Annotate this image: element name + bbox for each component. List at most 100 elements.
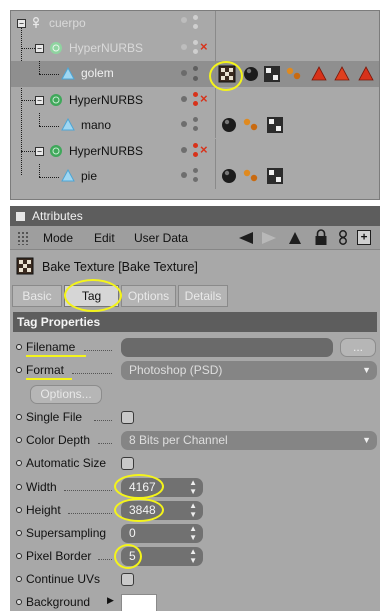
link-icon[interactable] (337, 229, 349, 246)
editor-visibility-dot[interactable] (181, 121, 187, 127)
panel-menu-icon[interactable] (16, 212, 25, 221)
texture-tag-icon[interactable] (266, 116, 284, 134)
animate-bullet-icon[interactable] (16, 437, 22, 443)
pixel-border-field[interactable]: 5 ▲ ▼ (121, 547, 203, 566)
selection-tag-icon[interactable] (333, 65, 351, 83)
render-visibility-dot[interactable] (193, 92, 198, 97)
attributes-title: Attributes (32, 209, 83, 223)
render-visibility-dot[interactable] (193, 126, 198, 131)
tab-details[interactable]: Details (178, 285, 228, 307)
format-label: Format (26, 363, 65, 377)
uvw-tag-icon[interactable] (285, 65, 303, 83)
automatic-size-checkbox[interactable] (121, 457, 134, 470)
editor-visibility-dot[interactable] (181, 147, 187, 153)
collapse-toggle[interactable]: − (35, 147, 44, 156)
render-visibility-dot[interactable] (193, 76, 198, 81)
render-visibility-dot[interactable] (193, 168, 198, 173)
animate-bullet-icon[interactable] (16, 553, 22, 559)
render-visibility-dot[interactable] (193, 117, 198, 122)
render-visibility-dot[interactable] (193, 177, 198, 182)
render-visibility-dot[interactable] (193, 152, 198, 157)
back-arrow-icon[interactable] (238, 231, 254, 245)
forward-arrow-icon[interactable] (261, 231, 277, 245)
uvw-tag-icon[interactable] (242, 167, 260, 185)
menu-user-data[interactable]: User Data (134, 231, 188, 245)
single-file-checkbox[interactable] (121, 411, 134, 424)
editor-visibility-dot[interactable] (181, 44, 187, 50)
disabled-x-icon[interactable]: × (200, 39, 208, 54)
render-visibility-dot[interactable] (193, 15, 198, 20)
tab-basic[interactable]: Basic (12, 285, 62, 307)
expand-arrow-icon[interactable]: ▶ (107, 595, 114, 606)
texture-tag-icon[interactable] (263, 65, 281, 83)
tab-tag[interactable]: Tag (64, 285, 119, 307)
disabled-x-icon[interactable]: × (200, 142, 208, 157)
visibility-cell (169, 164, 215, 189)
selection-tag-icon[interactable] (357, 65, 375, 83)
material-tag-icon[interactable] (242, 65, 260, 83)
uvw-tag-icon[interactable] (242, 116, 260, 134)
collapse-toggle[interactable]: − (17, 19, 26, 28)
animate-bullet-icon[interactable] (16, 367, 22, 373)
editor-visibility-dot[interactable] (181, 17, 187, 23)
animate-bullet-icon[interactable] (16, 507, 22, 513)
animate-bullet-icon[interactable] (16, 344, 22, 350)
animate-bullet-icon[interactable] (16, 576, 22, 582)
screenshot: − cuerpo − HyperNURBS × golem − HyperNUR… (0, 0, 380, 611)
render-visibility-dot[interactable] (193, 24, 198, 29)
color-depth-select[interactable]: 8 Bits per Channel ▼ (121, 431, 377, 450)
render-visibility-dot[interactable] (193, 101, 198, 106)
object-name: HyperNURBS (69, 93, 144, 107)
bake-texture-tag-icon[interactable] (218, 65, 236, 83)
object-row-hypernurbs[interactable]: − HyperNURBS × (11, 88, 379, 113)
supersampling-field[interactable]: 0 ▲ ▼ (121, 524, 203, 543)
animate-bullet-icon[interactable] (16, 460, 22, 466)
height-field[interactable]: 3848 ▲ ▼ (121, 501, 203, 520)
collapse-toggle[interactable]: − (35, 96, 44, 105)
object-row-hypernurbs[interactable]: − HyperNURBS × (11, 36, 379, 61)
tab-options[interactable]: Options (121, 285, 176, 307)
name-cell: pie (11, 164, 169, 189)
lock-icon[interactable] (314, 229, 328, 246)
animate-bullet-icon[interactable] (16, 530, 22, 536)
menu-mode[interactable]: Mode (43, 231, 73, 245)
selection-tag-icon[interactable] (310, 65, 328, 83)
add-panel-icon[interactable]: + (357, 230, 371, 245)
stepper-arrows-icon[interactable]: ▲ ▼ (189, 547, 197, 565)
disabled-x-icon[interactable]: × (200, 91, 208, 106)
width-field[interactable]: 4167 ▲ ▼ (121, 478, 203, 497)
editor-visibility-dot[interactable] (181, 70, 187, 76)
up-arrow-icon[interactable] (288, 231, 302, 245)
editor-visibility-dot[interactable] (181, 172, 187, 178)
animate-bullet-icon[interactable] (16, 484, 22, 490)
render-visibility-dot[interactable] (193, 40, 198, 45)
material-tag-icon[interactable] (220, 116, 238, 134)
background-color-swatch[interactable] (121, 594, 157, 611)
visibility-cell: × (169, 88, 215, 113)
browse-button[interactable]: ... (340, 338, 376, 357)
object-row-pie[interactable]: pie (11, 164, 379, 189)
render-visibility-dot[interactable] (193, 49, 198, 54)
filename-field[interactable] (121, 338, 333, 357)
menu-edit[interactable]: Edit (94, 231, 115, 245)
options-button[interactable]: Options... (30, 385, 102, 404)
continue-uvs-checkbox[interactable] (121, 573, 134, 586)
object-row-golem[interactable]: golem (11, 61, 379, 87)
render-visibility-dot[interactable] (193, 66, 198, 71)
object-row-mano[interactable]: mano (11, 113, 379, 138)
tags-cell (215, 88, 379, 113)
stepper-arrows-icon[interactable]: ▲ ▼ (189, 524, 197, 542)
object-row-hypernurbs[interactable]: − HyperNURBS × (11, 139, 379, 164)
texture-tag-icon[interactable] (266, 167, 284, 185)
animate-bullet-icon[interactable] (16, 599, 22, 605)
material-tag-icon[interactable] (220, 167, 238, 185)
stepper-arrows-icon[interactable]: ▲ ▼ (189, 501, 197, 519)
format-select[interactable]: Photoshop (PSD) ▼ (121, 361, 377, 380)
object-row-cuerpo[interactable]: − cuerpo (11, 11, 379, 36)
animate-bullet-icon[interactable] (16, 414, 22, 420)
collapse-toggle[interactable]: − (35, 44, 44, 53)
grip-handle-icon[interactable] (17, 231, 29, 245)
render-visibility-dot[interactable] (193, 143, 198, 148)
editor-visibility-dot[interactable] (181, 96, 187, 102)
stepper-arrows-icon[interactable]: ▲ ▼ (189, 478, 197, 496)
